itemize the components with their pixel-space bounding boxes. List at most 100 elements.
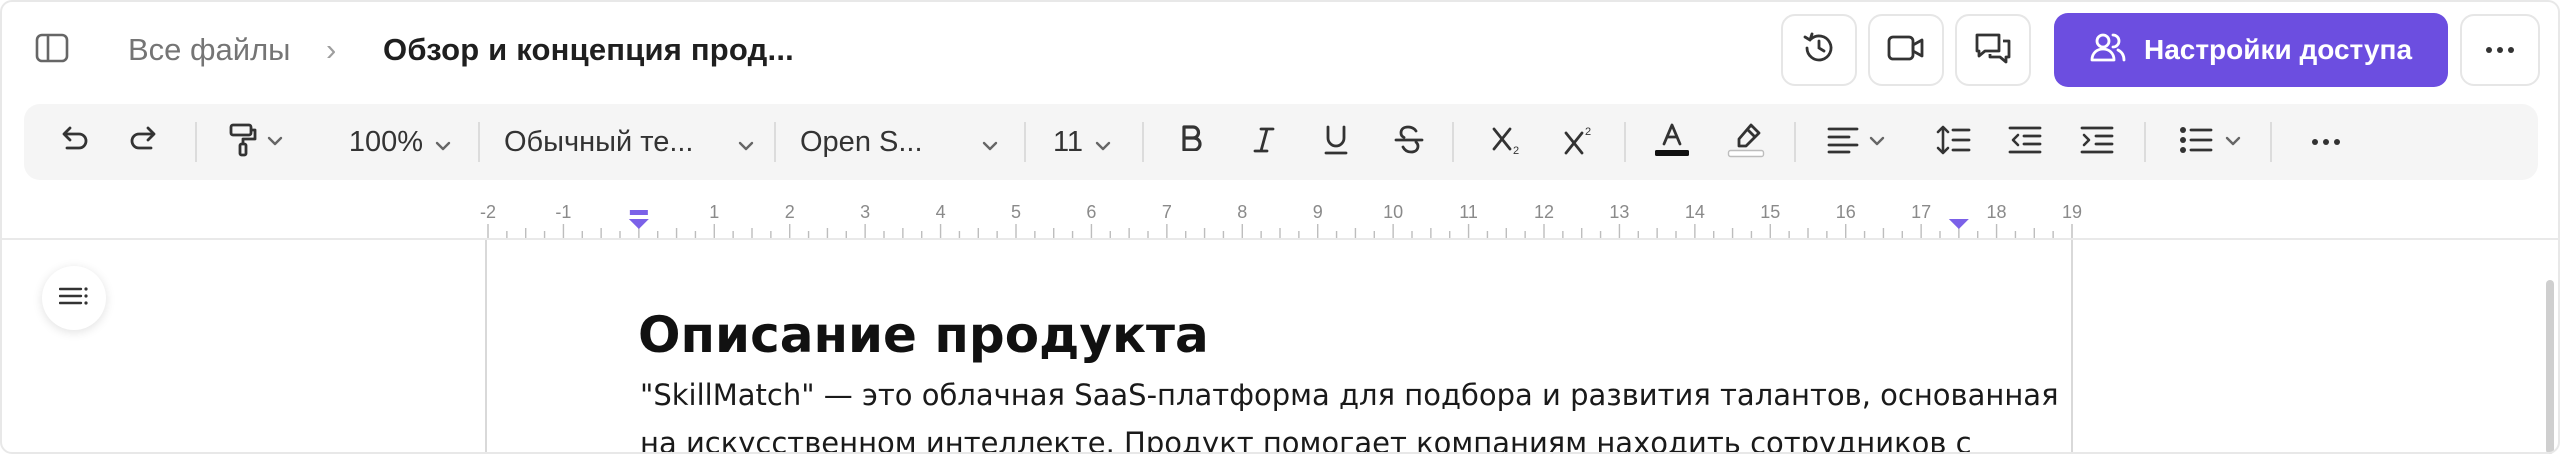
history-icon bbox=[1801, 30, 1837, 71]
subscript-button[interactable]: 2 bbox=[1484, 104, 1530, 180]
comments-button[interactable] bbox=[1955, 14, 2031, 86]
undo-icon bbox=[57, 125, 89, 160]
toolbar-divider bbox=[1794, 122, 1796, 162]
toolbar-divider bbox=[478, 122, 480, 162]
more-icon bbox=[2311, 133, 2341, 151]
align-select[interactable] bbox=[1820, 104, 1892, 180]
ruler-label: 18 bbox=[1987, 202, 2007, 222]
paint-format-button[interactable] bbox=[220, 104, 292, 180]
share-settings-button[interactable]: Настройки доступа bbox=[2054, 13, 2448, 87]
superscript-button[interactable]: 2 bbox=[1556, 104, 1602, 180]
svg-text:2: 2 bbox=[1585, 126, 1591, 138]
line-spacing-button[interactable] bbox=[1930, 104, 1976, 180]
ruler-label: 5 bbox=[1011, 202, 1021, 222]
ruler-label: 11 bbox=[1459, 202, 1478, 222]
strikethrough-icon bbox=[1394, 125, 1424, 160]
users-icon bbox=[2090, 31, 2126, 70]
more-options-button[interactable] bbox=[2460, 14, 2540, 86]
toolbar-more-button[interactable] bbox=[2296, 104, 2356, 180]
zoom-select[interactable]: 100% bbox=[330, 104, 470, 180]
superscript-icon: 2 bbox=[1563, 125, 1595, 160]
paragraph-line[interactable]: "SkillMatch" — это облачная SaaS-платфор… bbox=[640, 378, 2059, 412]
toolbar-divider bbox=[774, 122, 776, 162]
share-button-label: Настройки доступа bbox=[2143, 34, 2413, 65]
chevron-down-icon bbox=[738, 126, 754, 159]
chevron-down-icon bbox=[982, 126, 998, 159]
sidebar-toggle-icon bbox=[35, 33, 69, 68]
paragraph-style-select[interactable]: Обычный те... bbox=[504, 104, 766, 180]
font-family-select[interactable]: Open S... bbox=[800, 104, 1004, 180]
bulleted-list-select[interactable] bbox=[2170, 104, 2250, 180]
right-indent-marker[interactable] bbox=[1948, 219, 1969, 229]
page-edge-right bbox=[2071, 240, 2073, 454]
comments-icon bbox=[1974, 31, 2012, 70]
breadcrumb-all-files[interactable]: Все файлы bbox=[128, 30, 290, 70]
ruler-label: 15 bbox=[1760, 202, 1780, 222]
ruler-label: 17 bbox=[1911, 202, 1931, 222]
font-size-value: 11 bbox=[1052, 125, 1084, 158]
toolbar-divider bbox=[2144, 122, 2146, 162]
italic-button[interactable] bbox=[1242, 104, 1286, 180]
zoom-value: 100% bbox=[348, 125, 424, 158]
ruler-label: 16 bbox=[1836, 202, 1856, 222]
document-canvas[interactable] bbox=[0, 240, 2560, 454]
toolbar-divider bbox=[1024, 122, 1026, 162]
bold-button[interactable] bbox=[1170, 104, 1214, 180]
svg-text:2: 2 bbox=[1513, 145, 1519, 155]
ruler-scale: -2 -1 1 2 3 4 5 6 7 8 9 10 11 12 13 14 15 16 17 18 19 bbox=[480, 202, 2082, 238]
redo-icon bbox=[129, 125, 161, 160]
outdent-button[interactable] bbox=[2002, 104, 2048, 180]
indent-icon bbox=[2080, 125, 2114, 160]
document-title[interactable]: Обзор и концепция прод... bbox=[383, 30, 794, 70]
subscript-icon: 2 bbox=[1491, 125, 1523, 160]
font-size-select[interactable]: 11 bbox=[1042, 104, 1122, 180]
outdent-icon bbox=[2008, 125, 2042, 160]
video-icon bbox=[1887, 33, 1925, 68]
toolbar-divider bbox=[195, 122, 197, 162]
redo-button[interactable] bbox=[122, 104, 168, 180]
bold-icon bbox=[1181, 125, 1203, 159]
paragraph-style-value: Обычный те... bbox=[504, 125, 694, 158]
line-spacing-icon bbox=[1935, 125, 1971, 160]
ruler-label: 3 bbox=[860, 202, 870, 222]
bulleted-list-icon bbox=[2179, 126, 2213, 159]
vertical-scrollbar[interactable] bbox=[2546, 280, 2554, 454]
history-button[interactable] bbox=[1781, 14, 1857, 86]
underline-icon bbox=[1324, 125, 1348, 160]
chevron-down-icon bbox=[435, 126, 451, 159]
video-call-button[interactable] bbox=[1868, 14, 1944, 86]
document-outline-button[interactable] bbox=[42, 266, 106, 330]
italic-icon bbox=[1253, 127, 1275, 158]
undo-button[interactable] bbox=[50, 104, 96, 180]
ruler-label: 12 bbox=[1534, 202, 1554, 222]
ruler-label: 6 bbox=[1086, 202, 1096, 222]
page-edge-left bbox=[485, 240, 487, 454]
ruler-label: 8 bbox=[1237, 202, 1247, 222]
underline-button[interactable] bbox=[1314, 104, 1358, 180]
document-heading[interactable]: Описание продукта bbox=[638, 306, 1209, 364]
toolbar-divider bbox=[1452, 122, 1454, 162]
toolbar-divider bbox=[1142, 122, 1144, 162]
ruler-label: 9 bbox=[1313, 202, 1323, 222]
ruler-label: 2 bbox=[785, 202, 795, 222]
more-icon bbox=[2485, 41, 2515, 59]
paragraph-line[interactable]: на искусственном интеллекте. Продукт пом… bbox=[640, 426, 1972, 454]
ruler[interactable]: -2 -1 1 2 3 4 5 6 7 8 9 10 11 12 13 14 15 16 17 18 19 bbox=[0, 196, 2560, 240]
left-indent-marker[interactable] bbox=[628, 210, 649, 229]
font-family-value: Open S... bbox=[800, 125, 923, 158]
text-color-button[interactable] bbox=[1648, 104, 1696, 180]
chevron-down-icon bbox=[2225, 133, 2241, 151]
breadcrumb-separator: › bbox=[326, 32, 337, 67]
strikethrough-button[interactable] bbox=[1386, 104, 1432, 180]
highlight-button[interactable] bbox=[1722, 104, 1770, 180]
ruler-label: 1 bbox=[709, 202, 719, 222]
ruler-label: 19 bbox=[2062, 202, 2082, 222]
sidebar-toggle-button[interactable] bbox=[28, 26, 76, 74]
align-left-icon bbox=[1827, 126, 1859, 159]
ruler-label: 7 bbox=[1162, 202, 1172, 222]
ruler-label: 13 bbox=[1609, 202, 1629, 222]
highlight-icon bbox=[1727, 122, 1765, 163]
indent-button[interactable] bbox=[2074, 104, 2120, 180]
ruler-label: 14 bbox=[1685, 202, 1705, 222]
chevron-down-icon bbox=[267, 133, 283, 151]
